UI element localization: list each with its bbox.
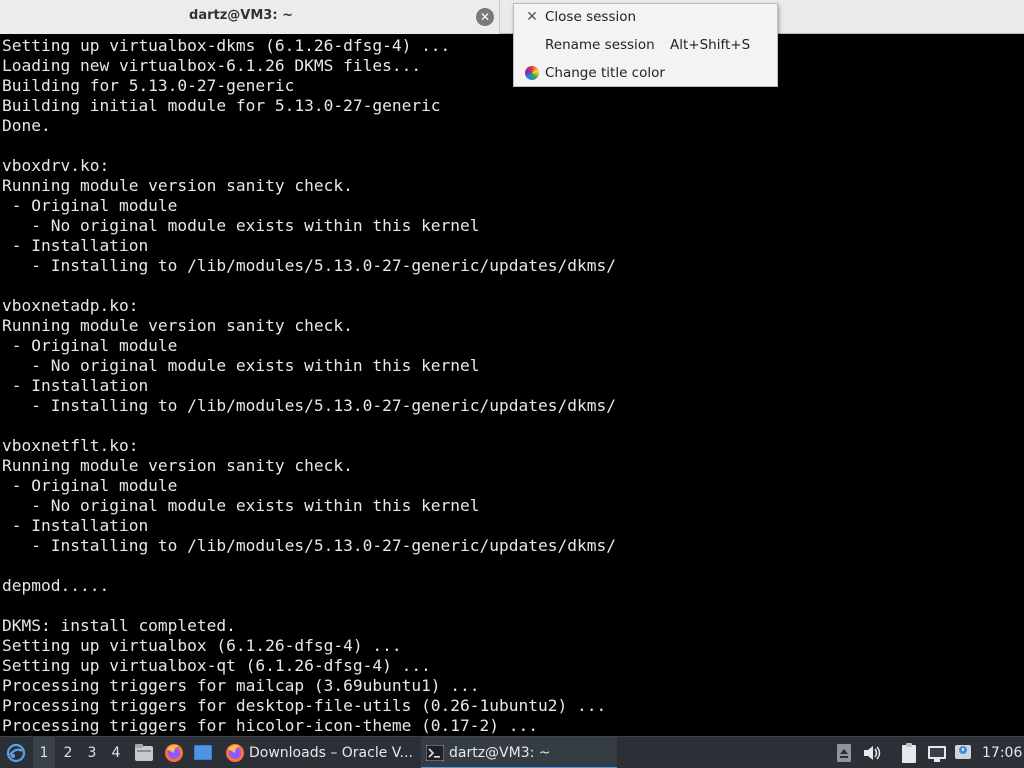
terminal-line: - Original module — [2, 476, 178, 495]
terminal-line: Processing triggers for hicolor-icon-the… — [2, 716, 539, 735]
clipboard-icon — [902, 743, 916, 763]
clipboard-tray-button[interactable] — [833, 737, 855, 768]
screen: dartz@VM3: ~ ✕ Setting up virtualbox-dkm… — [0, 0, 1024, 768]
terminal-line: Running module version sanity check. — [2, 456, 353, 475]
terminal-line: Setting up virtualbox-qt (6.1.26-dfsg-4)… — [2, 656, 431, 675]
terminal-line: - No original module exists within this … — [2, 216, 480, 235]
terminal-line: vboxnetflt.ko: — [2, 436, 139, 455]
terminal-line: - Original module — [2, 336, 178, 355]
terminal-line: - No original module exists within this … — [2, 496, 480, 515]
show-desktop-button[interactable] — [192, 737, 214, 768]
session-tab[interactable]: dartz@VM3: ~ ✕ — [0, 0, 500, 34]
firefox-launcher[interactable] — [163, 737, 185, 768]
volume-icon — [864, 746, 881, 760]
close-icon: ✕ — [526, 9, 538, 25]
terminal-line: vboxnetadp.ko: — [2, 296, 139, 315]
taskbar: 1 2 3 4 Downloads – Oracle V... dartz@VM… — [0, 736, 1024, 768]
taskbar-item-terminal[interactable]: dartz@VM3: ~ — [421, 737, 617, 768]
volume-button[interactable] — [861, 737, 883, 768]
start-menu-icon — [6, 743, 26, 763]
terminal-line: Processing triggers for mailcap (3.69ubu… — [2, 676, 480, 695]
workspace-2-button[interactable]: 2 — [57, 737, 79, 768]
tab-title: dartz@VM3: ~ — [189, 8, 293, 23]
terminal-line: Building initial module for 5.13.0-27-ge… — [2, 96, 441, 115]
terminal-line: - Installation — [2, 516, 149, 535]
clipboard-button[interactable] — [898, 737, 920, 768]
network-button[interactable] — [926, 737, 948, 768]
firefox-icon — [226, 744, 244, 762]
menu-item-label: Close session — [545, 9, 637, 25]
terminal-line: Running module version sanity check. — [2, 316, 353, 335]
menu-item-close-session[interactable]: ✕ Close session — [514, 5, 777, 29]
start-menu-button[interactable] — [4, 737, 28, 768]
taskbar-item-firefox[interactable]: Downloads – Oracle V... — [222, 737, 418, 768]
clock[interactable]: 17:06 — [982, 737, 1022, 768]
menu-item-label: Change title color — [545, 65, 665, 81]
terminal-line: depmod..... — [2, 576, 110, 595]
terminal-line — [0, 136, 616, 156]
terminal-line: Setting up virtualbox (6.1.26-dfsg-4) ..… — [2, 636, 402, 655]
tab-close-icon[interactable]: ✕ — [476, 8, 494, 26]
terminal-line: - Installing to /lib/modules/5.13.0-27-g… — [2, 396, 616, 415]
tab-bar: dartz@VM3: ~ ✕ — [0, 0, 1024, 34]
file-manager-launcher[interactable] — [133, 737, 155, 768]
terminal-line: vboxdrv.ko: — [2, 156, 110, 175]
terminal-line: - Installation — [2, 376, 149, 395]
workspace-4-button[interactable]: 4 — [105, 737, 127, 768]
terminal-line — [0, 596, 616, 616]
eject-icon — [837, 744, 851, 762]
network-icon — [928, 746, 946, 762]
terminal-line — [0, 276, 616, 296]
menu-item-rename-session[interactable]: Rename session Alt+Shift+S — [514, 33, 777, 57]
terminal-line: DKMS: install completed. — [2, 616, 236, 635]
terminal-icon — [426, 745, 444, 761]
terminal-line — [0, 416, 616, 436]
menu-item-change-title-color[interactable]: Change title color — [514, 61, 777, 85]
desktop-icon — [194, 745, 212, 760]
menu-item-label: Rename session — [545, 37, 655, 53]
notifications-button[interactable] — [953, 737, 975, 768]
taskbar-item-label: dartz@VM3: ~ — [449, 745, 551, 761]
firefox-icon — [165, 744, 183, 762]
taskbar-item-label: Downloads – Oracle V... — [249, 745, 413, 761]
color-wheel-icon — [525, 66, 539, 80]
terminal-line: - No original module exists within this … — [2, 356, 480, 375]
terminal-line: - Installing to /lib/modules/5.13.0-27-g… — [2, 256, 616, 275]
menu-item-shortcut: Alt+Shift+S — [670, 37, 751, 53]
terminal-output[interactable]: Setting up virtualbox-dkms (6.1.26-dfsg-… — [0, 34, 1024, 736]
tab-context-menu: ✕ Close session Rename session Alt+Shift… — [513, 3, 778, 87]
workspace-3-button[interactable]: 3 — [81, 737, 103, 768]
terminal-line: - Installing to /lib/modules/5.13.0-27-g… — [2, 536, 616, 555]
terminal-line: - Installation — [2, 236, 149, 255]
notification-icon — [955, 745, 971, 759]
workspace-1-button[interactable]: 1 — [33, 737, 55, 768]
terminal-line: - Original module — [2, 196, 178, 215]
terminal-line: Processing triggers for desktop-file-uti… — [2, 696, 607, 715]
folder-icon — [135, 744, 153, 761]
terminal-line — [0, 556, 616, 576]
terminal-line: Done. — [2, 116, 51, 135]
terminal-line: Running module version sanity check. — [2, 176, 353, 195]
terminal-lines: Setting up virtualbox-dkms (6.1.26-dfsg-… — [0, 36, 616, 736]
